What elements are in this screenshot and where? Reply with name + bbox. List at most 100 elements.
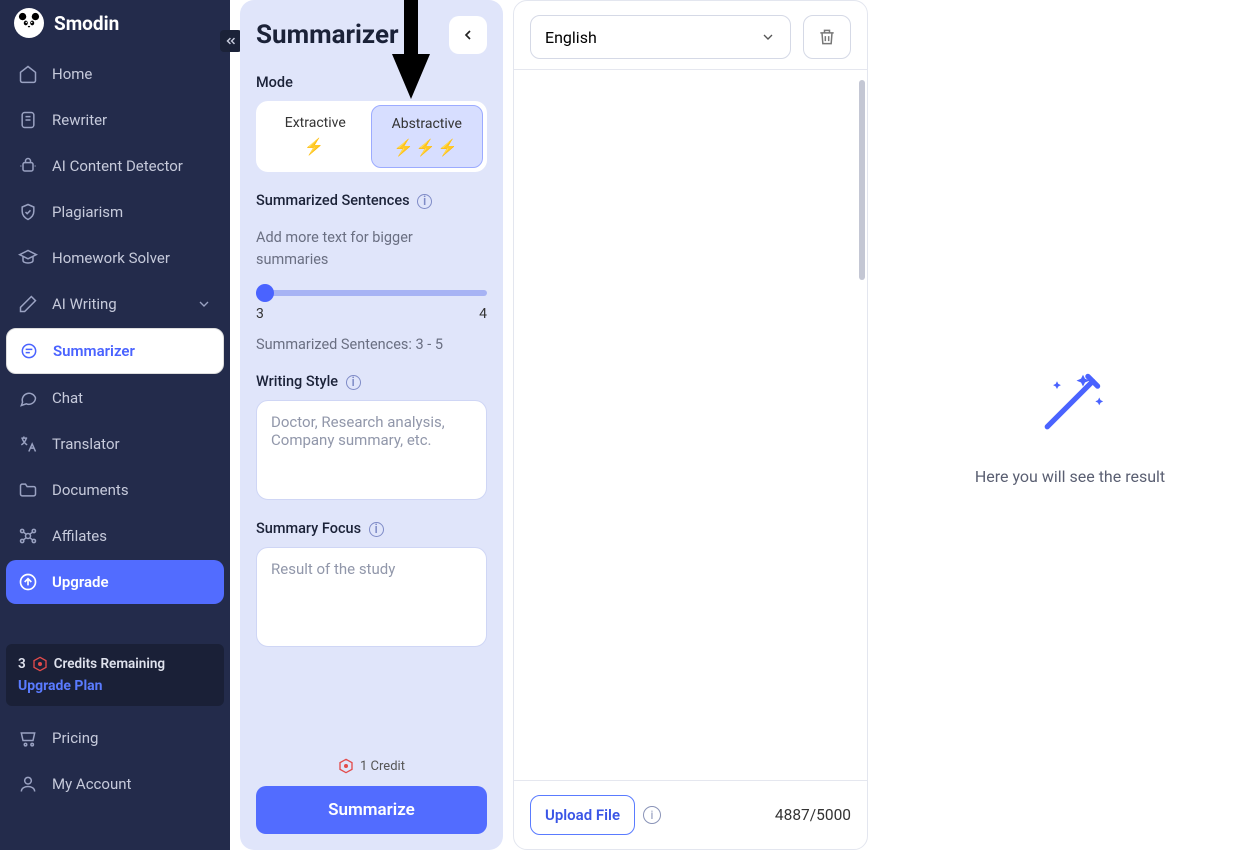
sentences-readout: Summarized Sentences: 3 - 5 [256, 336, 487, 353]
writing-icon [18, 294, 38, 314]
sidebar-item-label: Translator [52, 435, 120, 453]
upgrade-plan-link[interactable]: Upgrade Plan [18, 678, 212, 694]
sidebar-item-detector[interactable]: AI Content Detector [6, 144, 224, 188]
sidebar-item-homework[interactable]: Homework Solver [6, 236, 224, 280]
writing-style-input[interactable] [256, 400, 487, 500]
cart-icon [18, 728, 38, 748]
upload-file-button[interactable]: Upload File [530, 795, 635, 835]
sidebar-item-chat[interactable]: Chat [6, 376, 224, 420]
clear-button[interactable] [803, 15, 851, 59]
mode-selector: Extractive ⚡ Abstractive ⚡⚡⚡ [256, 101, 487, 172]
language-value: English [545, 28, 597, 47]
writing-style-label: Writing Style i [256, 373, 487, 390]
mode-extractive[interactable]: Extractive ⚡ [260, 105, 371, 168]
sentences-helper: Add more text for bigger summaries [256, 227, 487, 272]
back-button[interactable] [449, 16, 487, 54]
info-icon[interactable]: i [369, 522, 384, 537]
nav-list: Home Rewriter AI Content Detector Plagia… [0, 52, 230, 604]
panel-title: Summarizer [256, 20, 399, 50]
upgrade-icon [18, 572, 38, 592]
mode-label-text: Abstractive [376, 116, 479, 132]
info-icon[interactable]: i [346, 375, 361, 390]
sidebar-item-upgrade[interactable]: Upgrade [6, 560, 224, 604]
sidebar-item-label: My Account [52, 775, 131, 793]
chevron-down-icon [760, 29, 776, 45]
sidebar-item-label: Home [52, 65, 92, 83]
sidebar-item-ai-writing[interactable]: AI Writing [6, 282, 224, 326]
detector-icon [18, 156, 38, 176]
translate-icon [18, 434, 38, 454]
trash-icon [817, 27, 837, 47]
mode-label-text: Extractive [264, 115, 367, 131]
slider-min: 3 [256, 306, 264, 322]
sidebar-item-label: AI Writing [52, 295, 117, 313]
rewriter-icon [18, 110, 38, 130]
summarize-button[interactable]: Summarize [256, 786, 487, 834]
sidebar-item-label: Upgrade [52, 573, 109, 591]
credits-box: 3 Credits Remaining Upgrade Plan [6, 644, 224, 706]
sidebar-item-translator[interactable]: Translator [6, 422, 224, 466]
bolt-icon: ⚡ [264, 137, 367, 156]
sentences-label: Summarized Sentences i [256, 192, 487, 209]
sidebar-item-label: Pricing [52, 729, 98, 747]
sidebar-item-documents[interactable]: Documents [6, 468, 224, 512]
credits-count: 3 [18, 656, 26, 672]
sidebar-item-label: Rewriter [52, 111, 107, 129]
account-icon [18, 774, 38, 794]
sidebar-item-label: Plagiarism [52, 203, 123, 221]
folder-icon [18, 480, 38, 500]
sidebar: Smodin Home Rewriter AI Content Detector… [0, 0, 230, 850]
input-column: English Upload File i 4887/5000 [513, 0, 868, 850]
credit-icon [32, 656, 48, 672]
text-input-area[interactable] [514, 69, 867, 781]
result-column: Here you will see the result [880, 0, 1260, 850]
info-icon[interactable]: i [643, 806, 661, 824]
sidebar-item-account[interactable]: My Account [6, 762, 224, 806]
sidebar-item-label: Documents [52, 481, 129, 499]
info-icon[interactable]: i [417, 194, 432, 209]
sidebar-item-plagiarism[interactable]: Plagiarism [6, 190, 224, 234]
wand-icon [1031, 365, 1109, 443]
settings-panel: Summarizer Mode Extractive ⚡ Abstractive… [240, 0, 503, 850]
sidebar-item-label: AI Content Detector [52, 157, 183, 175]
summarizer-icon [19, 341, 39, 361]
bolt-icon: ⚡⚡⚡ [376, 138, 479, 157]
sentences-slider[interactable]: 3 4 [256, 290, 487, 322]
bottom-nav: Pricing My Account [0, 716, 230, 806]
credits-label: Credits Remaining [54, 656, 165, 672]
homework-icon [18, 248, 38, 268]
affiliates-icon [18, 526, 38, 546]
main: Summarizer Mode Extractive ⚡ Abstractive… [230, 0, 1260, 850]
sidebar-item-affiliates[interactable]: Affilates [6, 514, 224, 558]
mode-abstractive[interactable]: Abstractive ⚡⚡⚡ [371, 105, 484, 168]
sidebar-item-label: Affilates [52, 527, 107, 545]
credit-icon [338, 758, 354, 774]
sidebar-item-rewriter[interactable]: Rewriter [6, 98, 224, 142]
summary-focus-input[interactable] [256, 547, 487, 647]
sidebar-item-label: Homework Solver [52, 249, 170, 267]
collapse-sidebar-button[interactable] [220, 30, 242, 52]
mode-label: Mode [256, 74, 487, 91]
scrollbar[interactable] [859, 80, 865, 280]
slider-thumb[interactable] [256, 284, 274, 302]
slider-max: 4 [479, 306, 487, 322]
slider-track [256, 290, 487, 296]
sidebar-item-home[interactable]: Home [6, 52, 224, 96]
shield-icon [18, 202, 38, 222]
credit-cost: 1 Credit [256, 758, 487, 774]
summary-focus-label: Summary Focus i [256, 520, 487, 537]
panda-icon [18, 12, 40, 34]
result-placeholder: Here you will see the result [975, 467, 1165, 486]
brand: Smodin [0, 0, 230, 52]
sidebar-item-summarizer[interactable]: Summarizer [6, 328, 224, 374]
chat-icon [18, 388, 38, 408]
language-select[interactable]: English [530, 15, 791, 59]
sidebar-item-label: Chat [52, 389, 83, 407]
sidebar-item-pricing[interactable]: Pricing [6, 716, 224, 760]
chevron-down-icon [196, 296, 212, 312]
chevrons-left-icon [224, 34, 238, 48]
home-icon [18, 64, 38, 84]
sidebar-item-label: Summarizer [53, 342, 135, 360]
brand-logo [14, 8, 44, 38]
chevron-left-icon [460, 27, 476, 43]
